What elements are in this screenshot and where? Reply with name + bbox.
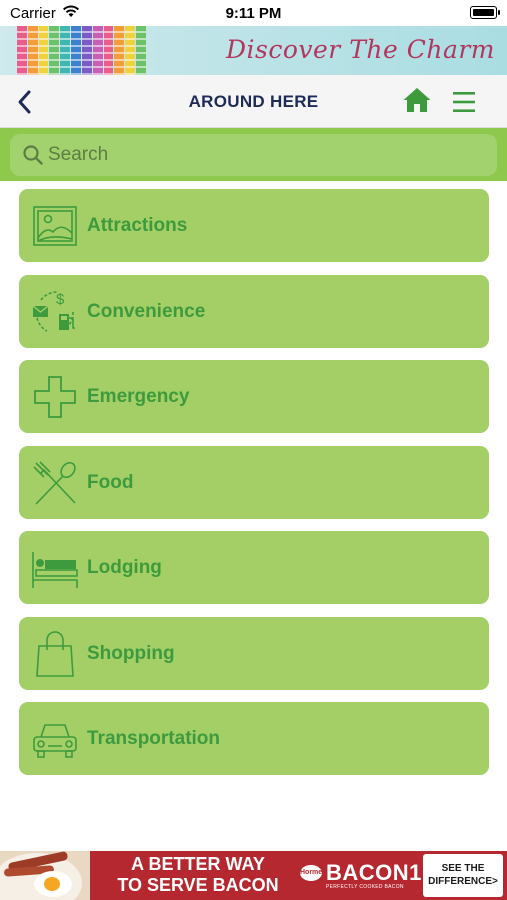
landscape-picture-icon xyxy=(33,206,77,246)
category-list: Attractions $ Convenience Emergency Food xyxy=(19,189,489,788)
building-stripe xyxy=(103,26,114,75)
category-label: Attractions xyxy=(87,215,188,236)
shopping-bag-icon xyxy=(36,630,74,677)
building-stripe xyxy=(92,26,103,75)
category-shopping[interactable]: Shopping xyxy=(19,616,489,690)
navigation-bar: AROUND HERE xyxy=(0,75,507,128)
category-label: Transportation xyxy=(87,728,221,749)
building-stripe xyxy=(81,26,92,75)
fork-spoon-icon xyxy=(33,460,76,505)
category-label: Lodging xyxy=(87,557,162,578)
building-stripe xyxy=(38,26,49,75)
category-label: Food xyxy=(87,471,134,493)
category-food[interactable]: Food xyxy=(19,445,489,519)
ad-food-photo xyxy=(0,851,90,900)
building-stripe xyxy=(17,26,27,75)
building-stripe xyxy=(60,26,71,75)
home-icon[interactable] xyxy=(402,86,432,114)
building-stripe xyxy=(114,26,125,75)
medical-cross-icon xyxy=(34,376,76,418)
battery-icon xyxy=(470,6,500,19)
category-attractions[interactable]: Attractions xyxy=(19,189,489,262)
status-bar: Carrier 9:11 PM xyxy=(0,0,507,26)
colorful-buildings-graphic xyxy=(17,26,147,75)
building-stripe xyxy=(136,26,146,75)
category-lodging[interactable]: Lodging xyxy=(19,531,489,604)
category-label: Emergency xyxy=(87,386,190,407)
category-label: Convenience xyxy=(87,300,206,322)
ad-cta-button[interactable]: SEE THE DIFFERENCE> xyxy=(423,854,503,897)
category-transportation[interactable]: Transportation xyxy=(19,702,489,775)
search-bar xyxy=(0,128,507,181)
ad-brand-badge: Hormel xyxy=(300,865,324,881)
building-stripe xyxy=(49,26,60,75)
search-input[interactable] xyxy=(48,140,478,170)
hamburger-menu-icon[interactable] xyxy=(450,89,478,115)
svg-text:$: $ xyxy=(56,291,65,308)
building-stripe xyxy=(71,26,81,75)
search-icon xyxy=(23,145,43,165)
car-icon xyxy=(33,724,77,758)
clock: 9:11 PM xyxy=(225,5,282,22)
advertisement-banner[interactable]: A BETTER WAY TO SERVE BACON Hormel BACON… xyxy=(0,851,507,900)
building-stripe xyxy=(27,26,38,75)
banner-slogan: Discover The Charm xyxy=(225,35,495,64)
ad-product-logo: Hormel BACON1 PERFECTLY COOKED BACON xyxy=(300,859,421,893)
mail-dollar-fuel-icon: $ xyxy=(32,291,75,332)
search-field[interactable] xyxy=(10,134,497,176)
bed-icon xyxy=(32,552,78,588)
ad-product-tagline: PERFECTLY COOKED BACON xyxy=(326,884,404,890)
category-emergency[interactable]: Emergency xyxy=(19,360,489,433)
category-convenience[interactable]: $ Convenience xyxy=(19,274,489,348)
ad-product-name: BACON1 xyxy=(326,860,422,885)
building-stripe xyxy=(125,26,136,75)
category-label: Shopping xyxy=(87,642,175,664)
ad-headline: A BETTER WAY TO SERVE BACON xyxy=(117,854,279,895)
brand-banner: Discover The Charm xyxy=(0,26,507,75)
